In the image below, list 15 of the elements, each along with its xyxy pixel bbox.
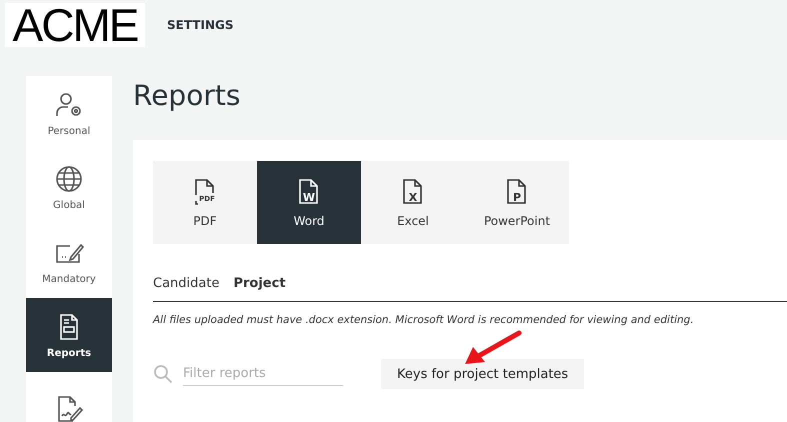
file-icon: X [401,178,425,206]
file-icon: W [297,178,321,206]
keys-button[interactable]: Keys for project templates [381,359,584,389]
tab[interactable]: Candidate [153,276,220,291]
tab[interactable]: Project [233,276,286,291]
page-title: Reports [133,78,242,114]
sidebar-item[interactable]: Reports [26,298,112,372]
search-icon [153,364,173,384]
format-tile[interactable]: W Word [257,161,361,244]
logo: ACME [5,3,145,47]
pointer-arrow [463,330,523,366]
note-text: All files uploaded must have .docx extension. Microsoft Word is recommended for viewing and editing. [153,314,695,326]
file-icon: P [505,178,529,206]
globe-icon [54,164,84,194]
header-title: SETTINGS [167,18,234,32]
